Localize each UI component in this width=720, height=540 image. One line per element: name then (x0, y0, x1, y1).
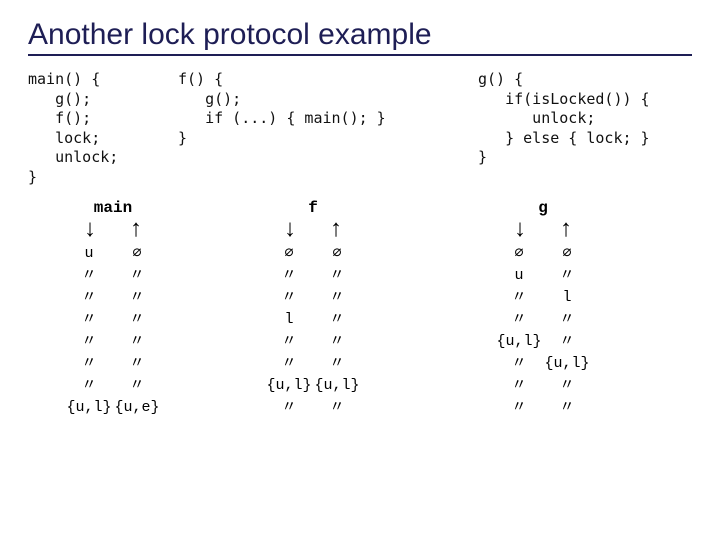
cell: 〃 (313, 265, 361, 287)
code-g: g() { if(isLocked()) { unlock; } else { … (478, 70, 692, 187)
cell: {u,e} (113, 397, 161, 419)
cell: 〃 (65, 375, 113, 397)
arrow-up-icon: ↑ (330, 217, 342, 241)
arrow-down-icon: ↓ (284, 217, 296, 241)
cell: 〃 (495, 287, 543, 309)
cell: 〃 (313, 287, 361, 309)
cell: 〃 (265, 287, 313, 309)
cell: {u,l} (313, 375, 361, 397)
cell: l (265, 309, 313, 331)
cell: ∅ (495, 243, 543, 265)
cell: 〃 (313, 397, 361, 419)
cell: ∅ (265, 243, 313, 265)
cell: 〃 (113, 265, 161, 287)
cell: 〃 (65, 353, 113, 375)
col-f-up: ∅ 〃 〃 〃 〃 〃 {u,l} 〃 (313, 243, 361, 419)
cell: 〃 (495, 375, 543, 397)
cell: ∅ (543, 243, 591, 265)
trace-labels: main f g (28, 199, 692, 217)
cell: 〃 (313, 331, 361, 353)
cell: {u,l} (265, 375, 313, 397)
cell: ∅ (113, 243, 161, 265)
cell: 〃 (495, 353, 543, 375)
col-main-down: u 〃 〃 〃 〃 〃 〃 {u,l} (65, 243, 113, 419)
cell: 〃 (313, 309, 361, 331)
arrow-down-icon: ↓ (514, 217, 526, 241)
cell: 〃 (113, 353, 161, 375)
col-g-up: ∅ 〃 l 〃 〃 {u,l} 〃 〃 (543, 243, 591, 419)
code-main: main() { g(); f(); lock; unlock; } (28, 70, 178, 187)
cell: 〃 (543, 309, 591, 331)
col-g-down: ∅ u 〃 〃 {u,l} 〃 〃 〃 (495, 243, 543, 419)
cell: 〃 (65, 309, 113, 331)
trace-table: u 〃 〃 〃 〃 〃 〃 {u,l} ∅ 〃 〃 〃 〃 〃 〃 {u,e} (28, 243, 692, 419)
cell: ∅ (313, 243, 361, 265)
code-row: main() { g(); f(); lock; unlock; } f() {… (28, 70, 692, 187)
arrow-up-icon: ↑ (130, 217, 142, 241)
cell: 〃 (495, 309, 543, 331)
cell: {u,l} (495, 331, 543, 353)
cell: 〃 (265, 265, 313, 287)
cell: 〃 (543, 397, 591, 419)
cell: 〃 (65, 265, 113, 287)
label-f: f (198, 199, 428, 217)
label-g: g (428, 199, 658, 217)
cell: 〃 (113, 375, 161, 397)
col-f-down: ∅ 〃 〃 l 〃 〃 {u,l} 〃 (265, 243, 313, 419)
cell: u (65, 243, 113, 265)
cell: {u,l} (65, 397, 113, 419)
cell: u (495, 265, 543, 287)
cell: 〃 (65, 287, 113, 309)
slide: Another lock protocol example main() { g… (0, 0, 720, 540)
cell: 〃 (113, 287, 161, 309)
label-main: main (28, 199, 198, 217)
cell: 〃 (543, 331, 591, 353)
trace-arrows: ↓ ↑ ↓ ↑ ↓ ↑ (28, 217, 692, 241)
cell: 〃 (543, 375, 591, 397)
slide-title: Another lock protocol example (28, 18, 692, 52)
title-rule (28, 54, 692, 56)
cell: 〃 (265, 331, 313, 353)
col-main-up: ∅ 〃 〃 〃 〃 〃 〃 {u,e} (113, 243, 161, 419)
cell: 〃 (265, 353, 313, 375)
cell: 〃 (265, 397, 313, 419)
cell: 〃 (65, 331, 113, 353)
cell: 〃 (113, 331, 161, 353)
cell: 〃 (313, 353, 361, 375)
cell: l (543, 287, 591, 309)
code-f: f() { g(); if (...) { main(); } } (178, 70, 478, 187)
arrow-down-icon: ↓ (84, 217, 96, 241)
cell: {u,l} (543, 353, 591, 375)
cell: 〃 (543, 265, 591, 287)
cell: 〃 (113, 309, 161, 331)
cell: 〃 (495, 397, 543, 419)
arrow-up-icon: ↑ (560, 217, 572, 241)
